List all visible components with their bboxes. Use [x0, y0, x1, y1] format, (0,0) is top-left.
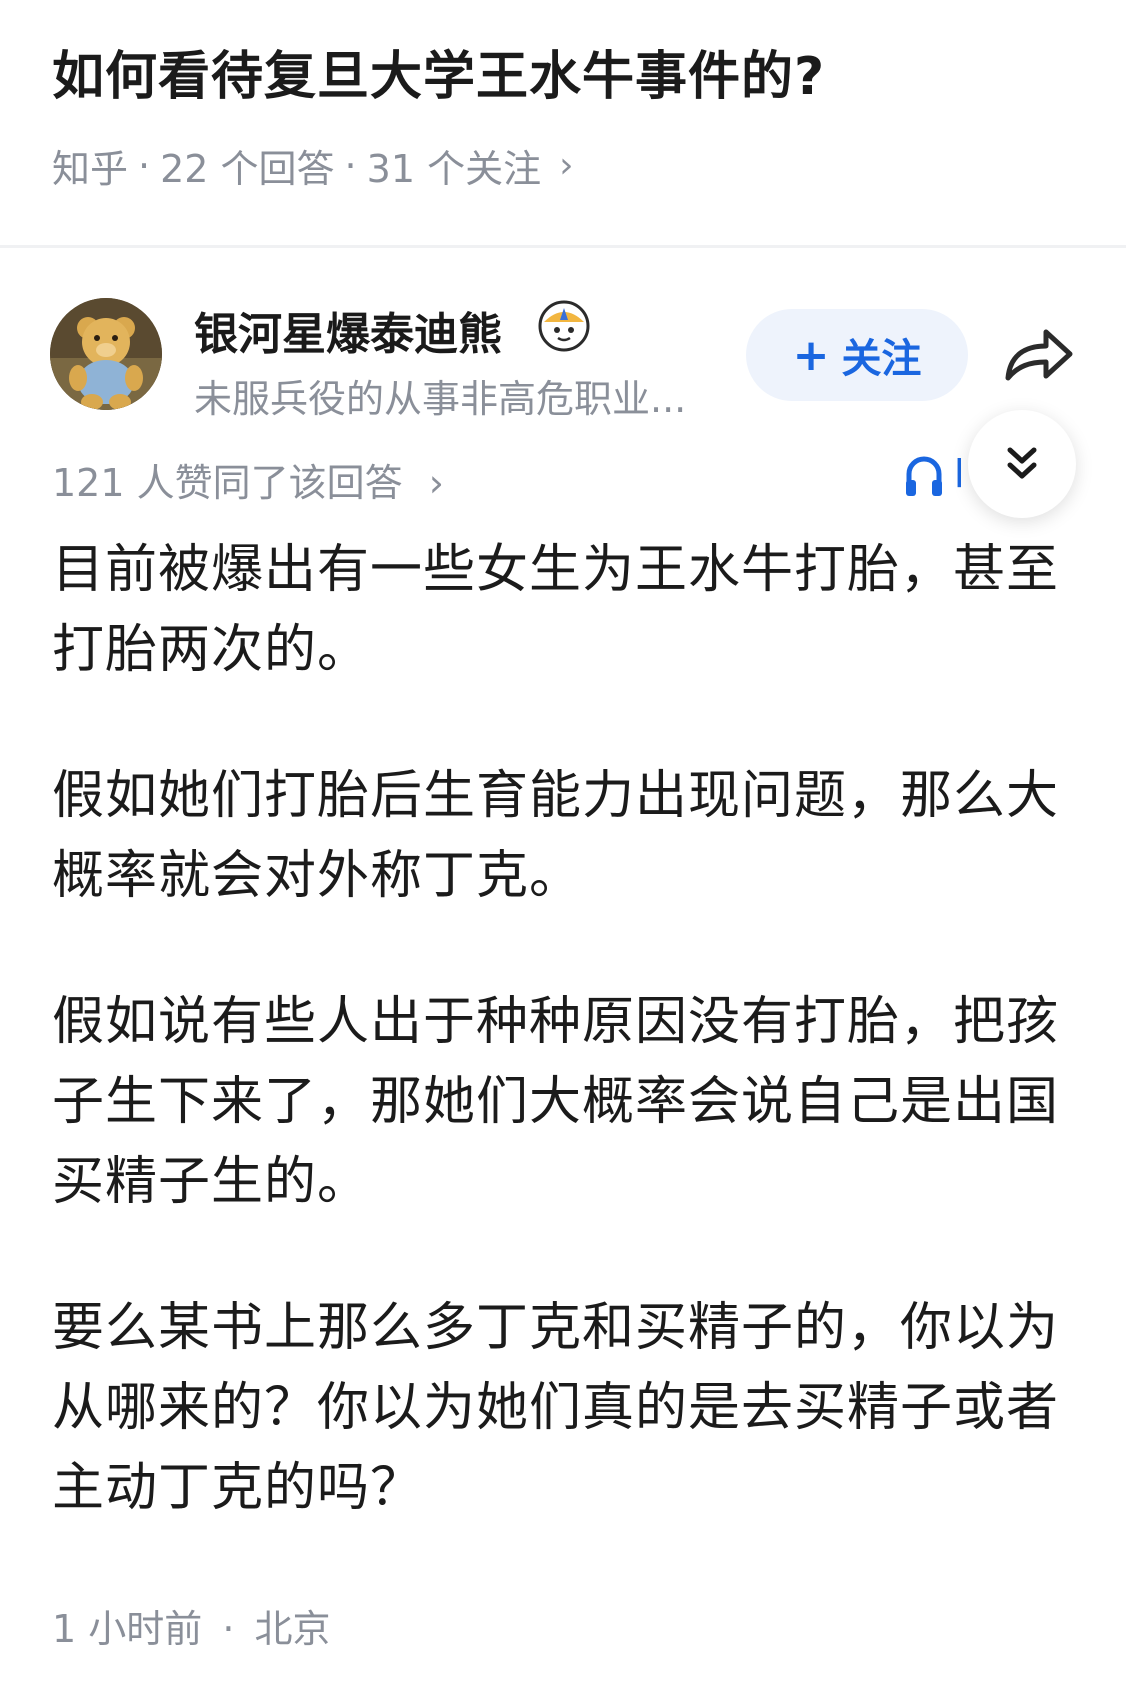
author-name[interactable]: 银河星爆泰迪熊	[194, 298, 502, 362]
follow-button-label: 关注	[841, 336, 922, 382]
answer-time: 1 小时前	[52, 1607, 203, 1651]
follow-count: 31 个关注	[366, 147, 542, 191]
meta-separator: ·	[222, 1607, 235, 1651]
cartoon-badge-icon	[538, 300, 590, 352]
listen-label: l	[954, 452, 965, 496]
headphones-icon[interactable]	[904, 454, 944, 498]
answer-paragraph: 目前被爆出有一些女生为王水牛打胎，甚至打胎两次的。	[52, 540, 1060, 680]
chevron-right-icon: ›	[428, 461, 444, 505]
double-chevron-down-icon	[1007, 447, 1037, 479]
question-meta[interactable]: 知乎 · 22 个回答 · 31 个关注 ›	[52, 138, 573, 193]
question-title[interactable]: 如何看待复旦大学王水牛事件的?	[52, 34, 825, 109]
plus-icon: +	[792, 329, 830, 381]
follow-button[interactable]: + 关注	[746, 309, 968, 401]
share-icon[interactable]	[1000, 320, 1076, 386]
platform-name: 知乎	[52, 147, 129, 191]
meta-separator: ·	[138, 143, 151, 188]
meta-separator: ·	[344, 143, 357, 188]
answer-count: 22 个回答	[160, 147, 335, 191]
section-divider	[0, 245, 1126, 248]
vote-summary-text: 121 人赞同了该回答	[52, 461, 403, 505]
author-bio: 未服兵役的从事非高危职业...	[194, 377, 687, 421]
answer-page: 如何看待复旦大学王水牛事件的? 知乎 · 22 个回答 · 31 个关注 › 银…	[0, 0, 1126, 1706]
vote-summary[interactable]: 121 人赞同了该回答 ›	[52, 452, 444, 507]
author-avatar[interactable]	[50, 298, 162, 410]
answer-paragraph: 假如她们打胎后生育能力出现问题，那么大概率就会对外称丁克。	[52, 766, 1060, 906]
answer-paragraph: 要么某书上那么多丁克和买精子的，你以为从哪来的？你以为她们真的是去买精子或者主动…	[52, 1298, 1060, 1518]
answer-location: 北京	[254, 1607, 331, 1651]
answer-paragraph: 假如说有些人出于种种原因没有打胎，把孩子生下来了，那她们大概率会说自己是出国买精…	[52, 992, 1060, 1212]
answer-time-location: 1 小时前 · 北京	[52, 1598, 331, 1653]
answer-content[interactable]: 目前被爆出有一些女生为王水牛打胎，甚至打胎两次的。 假如她们打胎后生育能力出现问…	[52, 530, 1076, 1528]
collapse-fab-button[interactable]	[968, 410, 1076, 518]
chevron-right-icon: ›	[559, 145, 574, 186]
teddy-bear-avatar-icon	[50, 298, 162, 410]
